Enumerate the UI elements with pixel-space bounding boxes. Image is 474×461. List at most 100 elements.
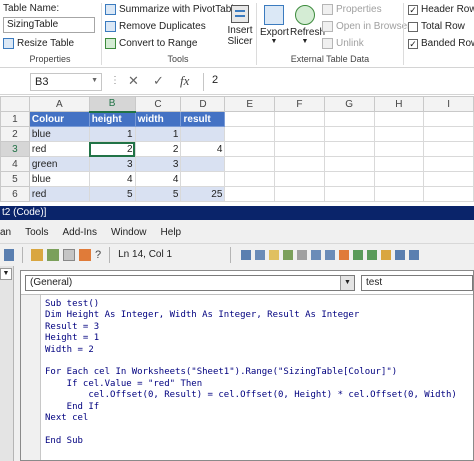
- header-row-checkbox[interactable]: ✓ Header Row: [408, 4, 474, 15]
- design-mode-icon[interactable]: [4, 248, 14, 261]
- object-browser-icon[interactable]: [63, 248, 75, 261]
- cell[interactable]: [274, 171, 325, 187]
- properties-window-icon[interactable]: [47, 248, 59, 261]
- code-editor[interactable]: Sub test() Dim Height As Integer, Width A…: [45, 299, 471, 459]
- cell[interactable]: green: [28, 156, 90, 172]
- cell[interactable]: [323, 126, 375, 142]
- code-line[interactable]: [45, 424, 471, 435]
- cell[interactable]: [373, 141, 425, 157]
- project-explorer-icon[interactable]: [31, 248, 43, 261]
- code-line[interactable]: Next cel: [45, 413, 471, 424]
- row-header[interactable]: 1: [0, 111, 30, 127]
- menu-item-run[interactable]: an: [0, 227, 11, 238]
- insert-slicer-button[interactable]: Insert Slicer: [225, 3, 255, 51]
- column-header-d[interactable]: D: [180, 96, 226, 112]
- row-header[interactable]: 6: [0, 186, 30, 202]
- table-header-cell[interactable]: Colour: [28, 111, 90, 127]
- cell[interactable]: [423, 186, 474, 202]
- toggle-bookmark-icon[interactable]: [381, 249, 392, 260]
- previous-bookmark-icon[interactable]: [409, 249, 420, 260]
- enter-icon[interactable]: ✓: [153, 73, 164, 89]
- refresh-button[interactable]: Refresh ▼: [290, 3, 325, 45]
- code-line[interactable]: End If: [45, 402, 471, 413]
- cell[interactable]: [373, 156, 425, 172]
- open-in-browser-button[interactable]: Open in Browser: [322, 21, 410, 32]
- properties-button[interactable]: Properties: [322, 4, 382, 15]
- cell[interactable]: 5: [134, 186, 182, 202]
- formula-input[interactable]: 2: [212, 74, 218, 86]
- indent-icon[interactable]: [311, 249, 322, 260]
- column-header-i[interactable]: I: [423, 96, 474, 112]
- cell[interactable]: [180, 156, 226, 172]
- export-button[interactable]: Export ▼: [260, 3, 289, 45]
- table-header-cell[interactable]: result: [180, 111, 226, 127]
- column-header-e[interactable]: E: [224, 96, 276, 112]
- quick-info-icon[interactable]: [269, 249, 280, 260]
- uncomment-block-icon[interactable]: [367, 249, 378, 260]
- cell[interactable]: red: [28, 141, 90, 157]
- cell[interactable]: blue: [28, 171, 90, 187]
- object-dropdown[interactable]: (General) ▼: [25, 275, 355, 291]
- code-line[interactable]: [45, 356, 471, 367]
- cell[interactable]: [224, 171, 276, 187]
- code-line[interactable]: Dim Height As Integer, Width As Integer,…: [45, 310, 471, 321]
- toggle-breakpoint-icon[interactable]: [339, 249, 350, 260]
- toolbox-icon[interactable]: [79, 248, 91, 261]
- parameter-info-icon[interactable]: [283, 249, 294, 260]
- list-properties-icon[interactable]: [241, 249, 252, 260]
- cell[interactable]: [323, 141, 375, 157]
- row-header[interactable]: 4: [0, 156, 30, 172]
- column-header-c[interactable]: C: [134, 96, 182, 112]
- summarize-pivot-button[interactable]: Summarize with PivotTable: [105, 4, 239, 15]
- row-header[interactable]: 5: [0, 171, 30, 187]
- cell[interactable]: [423, 156, 474, 172]
- cell[interactable]: [423, 126, 474, 142]
- resize-table-button[interactable]: Resize Table: [3, 38, 74, 49]
- code-line[interactable]: Result = 3: [45, 322, 471, 333]
- active-cell[interactable]: 2: [88, 141, 136, 157]
- menu-item-help[interactable]: Help: [161, 227, 182, 238]
- column-header-a[interactable]: A: [28, 96, 90, 112]
- total-row-checkbox[interactable]: Total Row: [408, 21, 465, 32]
- code-line[interactable]: cel.Offset(0, Result) = cel.Offset(0, He…: [45, 390, 471, 401]
- cell[interactable]: [224, 186, 276, 202]
- complete-word-icon[interactable]: [297, 249, 308, 260]
- menu-item-tools[interactable]: Tools: [25, 227, 48, 238]
- menu-item-addins[interactable]: Add-Ins: [62, 227, 96, 238]
- cell[interactable]: [274, 156, 325, 172]
- cell[interactable]: [180, 171, 226, 187]
- cell[interactable]: [274, 111, 325, 127]
- cell[interactable]: [423, 171, 474, 187]
- cell[interactable]: [323, 111, 375, 127]
- unlink-button[interactable]: Unlink: [322, 38, 364, 49]
- cell[interactable]: [373, 126, 425, 142]
- cell[interactable]: [323, 156, 375, 172]
- comment-block-icon[interactable]: [353, 249, 364, 260]
- cell[interactable]: [224, 111, 276, 127]
- table-header-cell[interactable]: height: [88, 111, 136, 127]
- cell[interactable]: [373, 111, 425, 127]
- cell[interactable]: [323, 171, 375, 187]
- cell[interactable]: [274, 126, 325, 142]
- cell[interactable]: 3: [88, 156, 136, 172]
- convert-to-range-button[interactable]: Convert to Range: [105, 38, 197, 49]
- cell[interactable]: blue: [28, 126, 90, 142]
- name-box[interactable]: B3 ▼: [30, 73, 102, 91]
- code-line[interactable]: For Each cel In Worksheets("Sheet1").Ran…: [45, 367, 471, 378]
- code-line[interactable]: Width = 2: [45, 345, 471, 356]
- column-header-f[interactable]: F: [274, 96, 325, 112]
- cell[interactable]: [224, 141, 276, 157]
- procedure-dropdown[interactable]: test: [361, 275, 473, 291]
- cell[interactable]: [224, 156, 276, 172]
- cell[interactable]: [274, 186, 325, 202]
- code-line[interactable]: Sub test(): [45, 299, 471, 310]
- menu-item-window[interactable]: Window: [111, 227, 147, 238]
- cell[interactable]: 5: [88, 186, 136, 202]
- code-line[interactable]: Height = 1: [45, 333, 471, 344]
- cell[interactable]: [274, 141, 325, 157]
- cell[interactable]: [373, 171, 425, 187]
- cell[interactable]: [423, 111, 474, 127]
- cell[interactable]: 4: [180, 141, 226, 157]
- column-header-g[interactable]: G: [323, 96, 375, 112]
- cell[interactable]: 3: [134, 156, 182, 172]
